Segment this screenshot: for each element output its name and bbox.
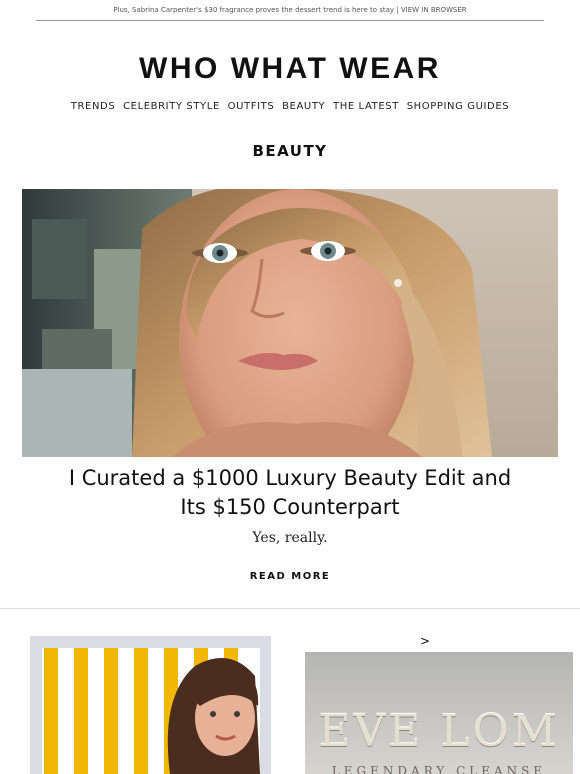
preheader: Plus, Sabrina Carpenter's $30 fragrance … xyxy=(36,0,544,21)
feature-hero-image[interactable] xyxy=(22,189,558,457)
carousel-arrow[interactable]: > xyxy=(420,634,430,648)
article-thumbnail-right[interactable]: EVE LOM LEGENDARY CLEANSE xyxy=(305,652,573,774)
read-more-link[interactable]: READ MORE xyxy=(0,571,580,582)
portrait-illustration xyxy=(22,189,558,457)
main-nav: TRENDS CELEBRITY STYLE OUTFITS BEAUTY TH… xyxy=(0,101,580,112)
striped-portrait-illustration xyxy=(30,636,271,774)
view-in-browser-link[interactable]: VIEW IN BROWSER xyxy=(401,6,467,14)
preheader-separator: | xyxy=(396,6,399,14)
nav-item-beauty[interactable]: BEAUTY xyxy=(282,101,325,112)
nav-item-celebrity-style[interactable]: CELEBRITY STYLE xyxy=(123,101,220,112)
article-thumbnail-left[interactable] xyxy=(30,636,271,774)
nav-item-shopping-guides[interactable]: SHOPPING GUIDES xyxy=(407,101,510,112)
brand-tagline: LEGENDARY CLEANSE xyxy=(331,764,547,774)
brand-wordmark: EVE LOM xyxy=(318,706,560,757)
section-divider xyxy=(0,608,580,609)
site-logo[interactable]: WHO WHAT WEAR xyxy=(0,52,580,86)
nav-item-the-latest[interactable]: THE LATEST xyxy=(333,101,399,112)
preheader-text: Plus, Sabrina Carpenter's $30 fragrance … xyxy=(113,6,395,14)
nav-item-outfits[interactable]: OUTFITS xyxy=(228,101,275,112)
nav-item-trends[interactable]: TRENDS xyxy=(71,101,116,112)
feature-headline[interactable]: I Curated a $1000 Luxury Beauty Edit and… xyxy=(60,464,520,522)
section-title: BEAUTY xyxy=(252,142,328,160)
feature-subhead: Yes, really. xyxy=(252,530,328,546)
